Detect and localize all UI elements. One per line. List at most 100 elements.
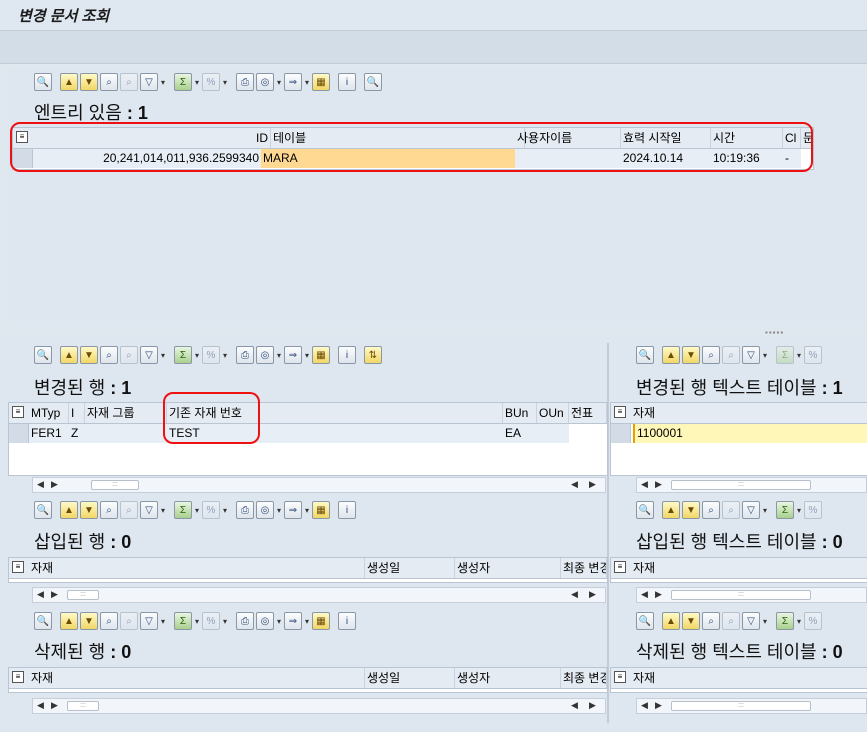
scroll-left-icon[interactable]: ◀ — [37, 589, 44, 600]
filter-dropdown-icon[interactable]: ▾ — [762, 612, 768, 630]
select-all-icon[interactable]: ≡ — [12, 671, 24, 683]
sum-icon[interactable]: Σ — [776, 346, 794, 364]
sum-dropdown-icon[interactable]: ▾ — [194, 73, 200, 91]
cell-mtyp[interactable]: FER1 — [29, 424, 69, 443]
sort-ascending-icon[interactable]: ▲ — [662, 346, 680, 364]
inserted-hscroll[interactable]: ◀ ▶ ::: ◀ ▶ — [32, 587, 606, 603]
field-compare-icon[interactable]: ⇅ — [364, 346, 382, 364]
find-icon[interactable]: ⌕ — [100, 73, 118, 91]
col-oun[interactable]: OUn — [537, 403, 569, 423]
table-row[interactable]: FER1 Z TEST EA — [9, 424, 607, 443]
scroll-left-end-icon[interactable]: ◀ — [571, 700, 578, 711]
scroll-thumb[interactable]: ::: — [67, 590, 99, 600]
subtotal-icon[interactable]: % — [202, 612, 220, 630]
col-created-on[interactable]: 생성일 — [365, 558, 455, 578]
sort-ascending-icon[interactable]: ▲ — [60, 501, 78, 519]
col-material[interactable]: 자재 — [631, 668, 867, 688]
col-bun[interactable]: BUn — [503, 403, 537, 423]
info-icon[interactable]: i — [338, 346, 356, 364]
sum-icon[interactable]: Σ — [776, 501, 794, 519]
col-time[interactable]: 시간 — [711, 128, 783, 148]
col-created-by[interactable]: 생성자 — [455, 558, 561, 578]
inserted-text-hscroll[interactable]: ◀ ▶ ::: — [636, 587, 867, 603]
sort-descending-icon[interactable]: ▼ — [682, 501, 700, 519]
sum-icon[interactable]: Σ — [174, 73, 192, 91]
scroll-left-end-icon[interactable]: ◀ — [571, 479, 578, 490]
info-icon[interactable]: i — [338, 73, 356, 91]
details-icon[interactable]: 🔍 — [34, 73, 52, 91]
export-icon[interactable]: ⇒ — [284, 346, 302, 364]
find-next-icon[interactable]: ⌕ — [120, 612, 138, 630]
changed-hscroll[interactable]: ◀ ▶ ::: ◀ ▶ — [32, 477, 606, 493]
cell-material[interactable]: 1100001 — [633, 424, 867, 443]
info-icon[interactable]: i — [338, 612, 356, 630]
scroll-thumb[interactable]: ::: — [67, 701, 99, 711]
sort-descending-icon[interactable]: ▼ — [80, 612, 98, 630]
cell-valid-from[interactable]: 2024.10.14 — [621, 149, 711, 168]
row-selector[interactable] — [9, 424, 29, 443]
sum-dropdown-icon[interactable]: ▾ — [796, 346, 802, 364]
print-icon[interactable]: ⎙ — [236, 612, 254, 630]
print-icon[interactable]: ⎙ — [236, 346, 254, 364]
filter-dropdown-icon[interactable]: ▾ — [160, 501, 166, 519]
filter-dropdown-icon[interactable]: ▾ — [160, 73, 166, 91]
details-icon[interactable]: 🔍 — [34, 501, 52, 519]
view-icon[interactable]: ◎ — [256, 73, 274, 91]
subtotal-icon[interactable]: % — [202, 346, 220, 364]
export-dropdown-icon[interactable]: ▾ — [304, 73, 310, 91]
scroll-right-icon[interactable]: ▶ — [655, 700, 662, 711]
cell-matgroup[interactable] — [85, 424, 167, 443]
export-icon[interactable]: ⇒ — [284, 73, 302, 91]
scroll-left-icon[interactable]: ◀ — [641, 479, 648, 490]
scroll-right-icon[interactable]: ▶ — [655, 589, 662, 600]
col-material[interactable]: 자재 — [29, 558, 365, 578]
scroll-left-icon[interactable]: ◀ — [641, 589, 648, 600]
export-icon[interactable]: ⇒ — [284, 501, 302, 519]
cell-old-mat-no[interactable]: TEST — [167, 424, 503, 443]
scroll-thumb[interactable]: ::: — [671, 701, 811, 711]
layout-icon[interactable]: ▦ — [312, 346, 330, 364]
sort-ascending-icon[interactable]: ▲ — [60, 73, 78, 91]
subtotal-icon[interactable]: % — [804, 501, 822, 519]
sum-dropdown-icon[interactable]: ▾ — [796, 612, 802, 630]
sort-descending-icon[interactable]: ▼ — [80, 73, 98, 91]
scroll-right-icon[interactable]: ▶ — [655, 479, 662, 490]
filter-dropdown-icon[interactable]: ▾ — [160, 612, 166, 630]
filter-icon[interactable]: ▽ — [140, 612, 158, 630]
select-all-icon[interactable]: ≡ — [614, 406, 626, 418]
subtotal-icon[interactable]: % — [202, 73, 220, 91]
scroll-right-icon[interactable]: ▶ — [51, 479, 58, 490]
select-all-icon[interactable]: ≡ — [12, 406, 24, 418]
layout-icon[interactable]: ▦ — [312, 73, 330, 91]
find-icon[interactable]: ⌕ — [100, 346, 118, 364]
sort-ascending-icon[interactable]: ▲ — [662, 501, 680, 519]
find-icon[interactable]: ⌕ — [702, 501, 720, 519]
col-material[interactable]: 자재 — [29, 668, 365, 688]
export-icon[interactable]: ⇒ — [284, 612, 302, 630]
sort-ascending-icon[interactable]: ▲ — [60, 346, 78, 364]
subtotal-dropdown-icon[interactable]: ▾ — [222, 346, 228, 364]
select-all-icon[interactable]: ≡ — [614, 671, 626, 683]
col-doc[interactable]: 전표 — [569, 403, 607, 423]
scroll-thumb[interactable]: ::: — [671, 590, 811, 600]
sort-ascending-icon[interactable]: ▲ — [662, 612, 680, 630]
details-icon[interactable]: 🔍 — [34, 346, 52, 364]
col-mtyp[interactable]: MTyp — [29, 403, 69, 423]
view-dropdown-icon[interactable]: ▾ — [276, 612, 282, 630]
sort-descending-icon[interactable]: ▼ — [682, 612, 700, 630]
cell-user[interactable] — [515, 149, 621, 168]
scroll-left-end-icon[interactable]: ◀ — [571, 589, 578, 600]
col-matgroup[interactable]: 자재 그룹 — [85, 403, 167, 423]
col-last-change[interactable]: 최종 변경 — [561, 668, 607, 688]
filter-icon[interactable]: ▽ — [742, 612, 760, 630]
filter-dropdown-icon[interactable]: ▾ — [762, 501, 768, 519]
select-all-icon[interactable]: ≡ — [614, 561, 626, 573]
scroll-thumb[interactable]: ::: — [671, 480, 811, 490]
cell-bun[interactable]: EA — [503, 424, 537, 443]
find-icon[interactable]: ⌕ — [100, 612, 118, 630]
scroll-right-icon[interactable]: ▶ — [51, 589, 58, 600]
sum-icon[interactable]: Σ — [174, 612, 192, 630]
filter-dropdown-icon[interactable]: ▾ — [762, 346, 768, 364]
export-dropdown-icon[interactable]: ▾ — [304, 612, 310, 630]
scroll-left-icon[interactable]: ◀ — [641, 700, 648, 711]
